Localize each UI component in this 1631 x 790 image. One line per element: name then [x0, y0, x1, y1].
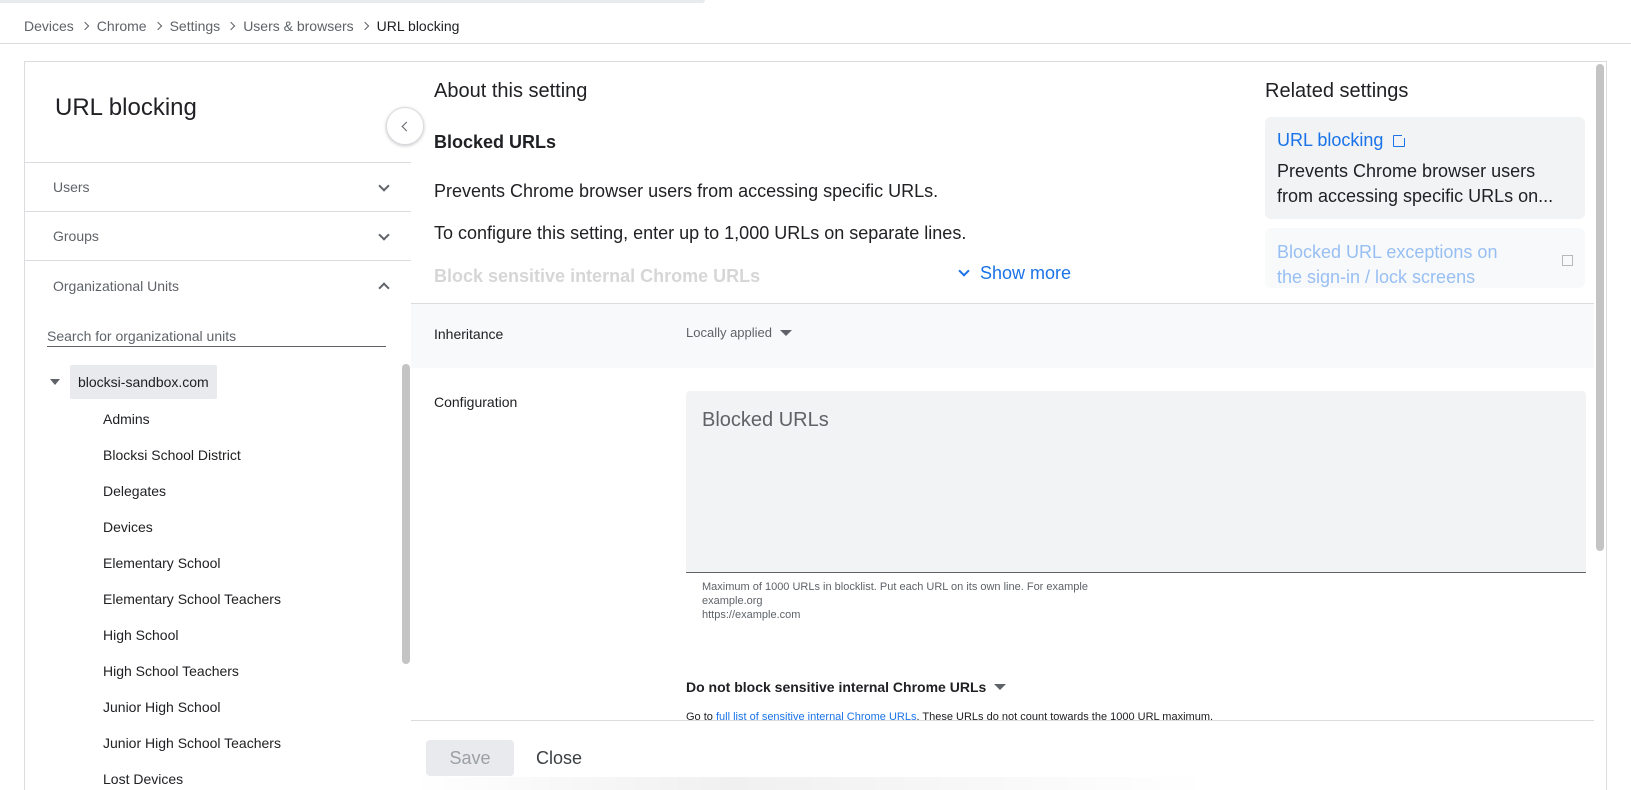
panel-title: URL blocking	[55, 94, 197, 121]
tree-item[interactable]: Junior High School Teachers	[103, 725, 281, 761]
helper-text: Maximum of 1000 URLs in blocklist. Put e…	[702, 580, 1088, 622]
chevron-down-icon	[378, 229, 390, 241]
section-groups-label: Groups	[53, 228, 99, 244]
helper-line: https://example.com	[702, 609, 801, 621]
related-card: URL blocking Prevents Chrome browser use…	[1265, 117, 1585, 219]
chevron-right-icon	[226, 21, 236, 31]
tree-item[interactable]: Devices	[103, 509, 281, 545]
inheritance-label: Inheritance	[434, 326, 504, 342]
inheritance-dropdown[interactable]: Locally applied	[686, 325, 793, 340]
related-card[interactable]: Blocked URL exceptions on the sign-in / …	[1265, 228, 1585, 288]
chevron-up-icon	[378, 282, 390, 294]
breadcrumb: Devices Chrome Settings Users & browsers…	[24, 16, 459, 36]
blocked-urls-textarea[interactable]	[686, 391, 1586, 573]
open-in-new-icon	[1393, 132, 1408, 147]
expand-caret-icon[interactable]	[50, 379, 60, 385]
footer-shadow	[411, 777, 1211, 790]
org-unit-panel: URL blocking Users Groups Organizational…	[24, 61, 412, 790]
tree-item[interactable]: High School	[103, 617, 281, 653]
section-organizational-units[interactable]: Organizational Units	[25, 261, 411, 310]
chevron-down-icon	[958, 265, 970, 277]
org-unit-tree: Admins Blocksi School District Delegates…	[103, 401, 281, 790]
inheritance-row: Inheritance Locally applied	[411, 304, 1606, 368]
section-org-units-label: Organizational Units	[53, 277, 180, 294]
chevron-right-icon	[153, 21, 162, 31]
show-more-button[interactable]: Show more	[956, 263, 1071, 284]
related-link-label: URL blocking	[1277, 130, 1384, 150]
scrollbar-thumb[interactable]	[402, 364, 410, 664]
tree-item[interactable]: Admins	[103, 401, 281, 437]
tree-item[interactable]: Blocksi School District	[103, 437, 281, 473]
related-link-label: Blocked URL exceptions on the sign-in / …	[1277, 242, 1498, 287]
breadcrumb-current: URL blocking	[376, 18, 460, 34]
setting-panel: About this setting Blocked URLs Prevents…	[411, 61, 1607, 790]
open-in-new-icon	[1562, 255, 1573, 266]
chevron-right-icon	[80, 21, 90, 31]
tree-root-label[interactable]: blocksi-sandbox.com	[70, 365, 217, 399]
setting-description: Prevents Chrome browser users from acces…	[434, 181, 939, 201]
org-unit-search-input[interactable]	[47, 321, 386, 347]
tree-item[interactable]: Delegates	[103, 473, 281, 509]
tree-item[interactable]: Elementary School	[103, 545, 281, 581]
related-title: Related settings	[1265, 80, 1409, 102]
tree-root: blocksi-sandbox.com	[45, 365, 217, 399]
dropdown-arrow-icon	[994, 684, 1007, 690]
related-link[interactable]: URL blocking	[1277, 130, 1573, 151]
about-title: About this setting	[434, 80, 588, 102]
chevron-left-icon	[401, 121, 412, 131]
setting-instructions: To configure this setting, enter up to 1…	[434, 223, 967, 243]
configuration-label: Configuration	[434, 394, 518, 410]
breadcrumb-devices[interactable]: Devices	[24, 18, 74, 34]
panel-scrollbar[interactable]	[1594, 62, 1606, 790]
breadcrumb-settings[interactable]: Settings	[170, 18, 221, 34]
sensitive-urls-dropdown[interactable]: Do not block sensitive internal Chrome U…	[686, 679, 1007, 695]
faded-heading: Block sensitive internal Chrome URLs	[434, 266, 761, 286]
sensitive-urls-value: Do not block sensitive internal Chrome U…	[686, 679, 987, 695]
section-groups[interactable]: Groups	[25, 212, 411, 261]
helper-line: Maximum of 1000 URLs in blocklist. Put e…	[702, 581, 1088, 593]
chevron-down-icon	[378, 180, 390, 192]
tree-item[interactable]: High School Teachers	[103, 653, 281, 689]
tree-scrollbar[interactable]	[401, 364, 411, 790]
tree-item[interactable]: Lost Devices	[103, 761, 281, 790]
breadcrumb-chrome[interactable]: Chrome	[97, 18, 147, 34]
save-button[interactable]: Save	[426, 740, 514, 776]
close-button[interactable]: Close	[526, 740, 592, 776]
collapse-panel-button[interactable]	[386, 107, 424, 145]
top-strip	[0, 0, 705, 3]
breadcrumb-users-browsers[interactable]: Users & browsers	[243, 18, 353, 34]
show-more-label: Show more	[980, 263, 1072, 283]
action-footer: Save Close	[411, 720, 1606, 790]
section-users[interactable]: Users	[25, 163, 411, 212]
inheritance-value: Locally applied	[686, 325, 773, 340]
scrollbar-thumb[interactable]	[1596, 64, 1604, 551]
section-users-label: Users	[53, 179, 90, 195]
header-divider	[0, 43, 1631, 44]
helper-line: example.org	[702, 595, 763, 607]
dropdown-arrow-icon	[780, 329, 793, 336]
setting-name: Blocked URLs	[434, 132, 557, 152]
chevron-right-icon	[360, 21, 369, 31]
related-description: Prevents Chrome browser users from acces…	[1277, 161, 1554, 206]
tree-item[interactable]: Elementary School Teachers	[103, 581, 281, 617]
tree-item[interactable]: Junior High School	[103, 689, 281, 725]
